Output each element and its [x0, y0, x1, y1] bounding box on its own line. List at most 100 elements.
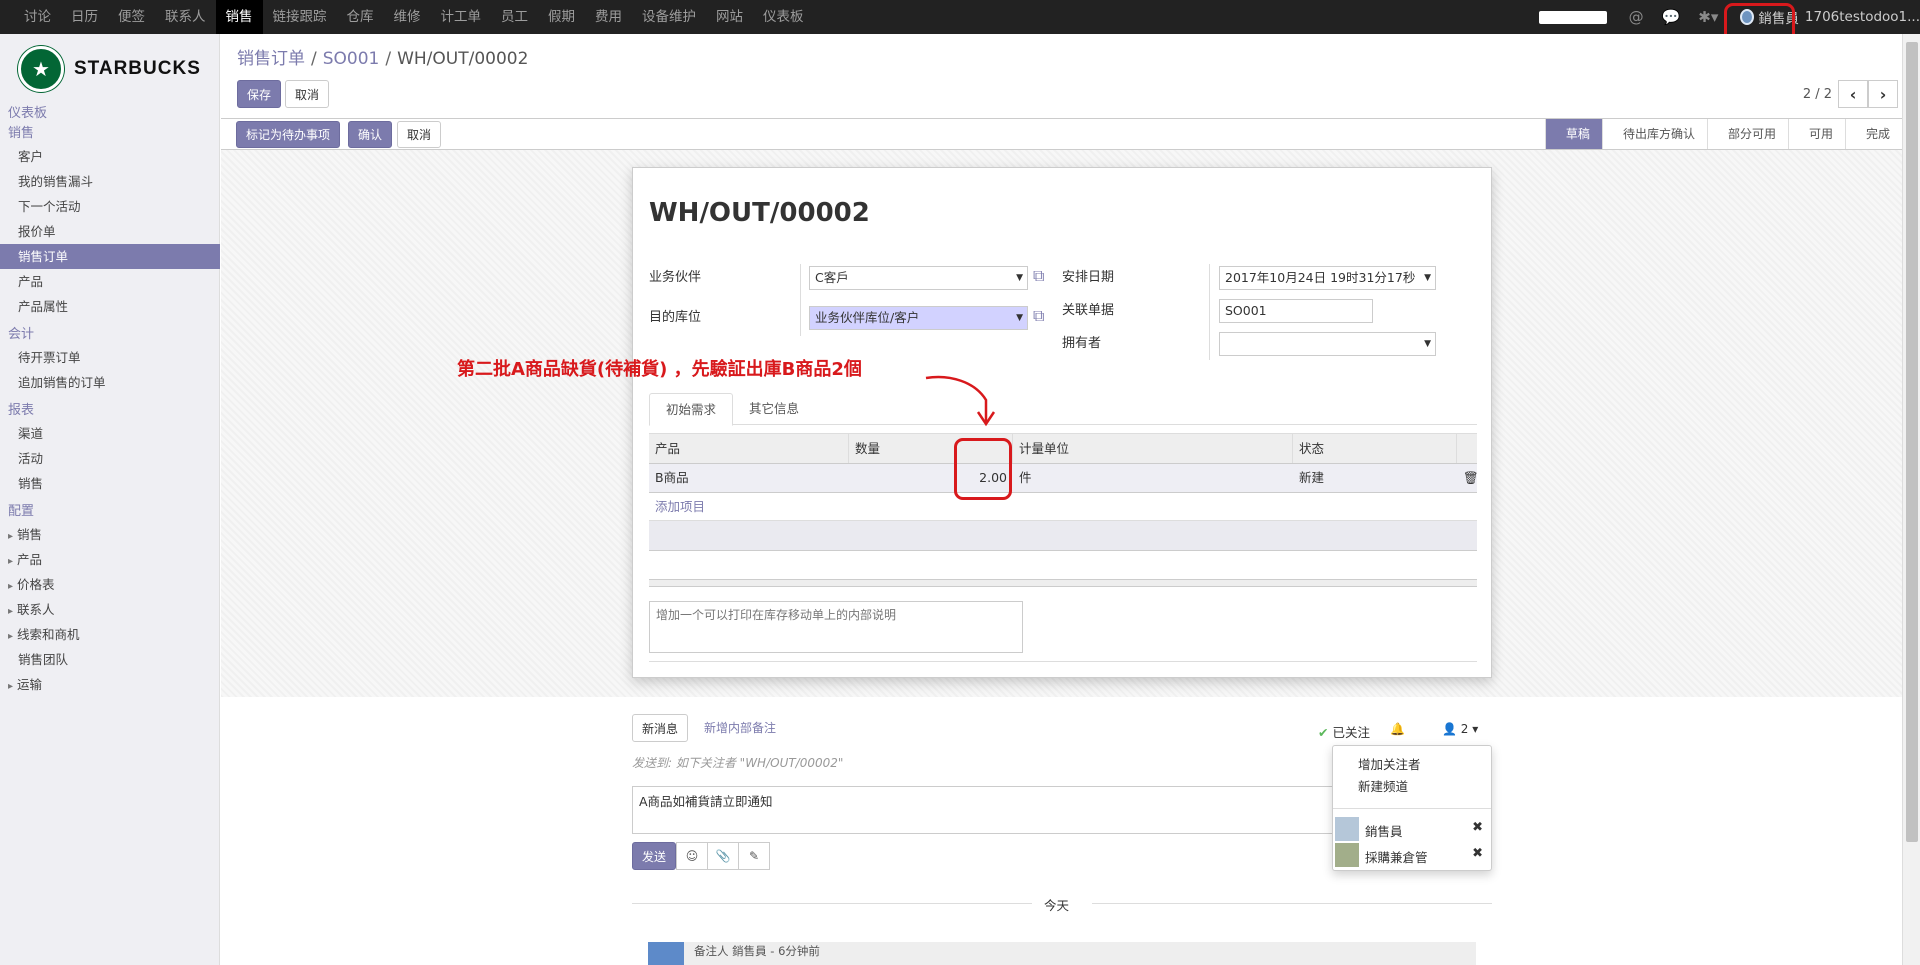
sidebar-item[interactable]: 渠道 — [0, 421, 220, 446]
sidebar-item[interactable]: 产品 — [0, 547, 220, 572]
sidebar-item[interactable]: 报价单 — [0, 219, 220, 244]
date-separator: 今天 — [632, 894, 1492, 914]
send-button[interactable]: 发送 — [632, 842, 677, 870]
col-uom[interactable]: 计量单位 — [1013, 434, 1293, 463]
page-scrollbar[interactable] — [1902, 34, 1920, 965]
top-menu-item[interactable]: 仪表板 — [753, 0, 814, 34]
sidebar-item[interactable]: 线索和商机 — [0, 622, 220, 647]
top-menu-item[interactable]: 设备维护 — [632, 0, 706, 34]
sidebar-item[interactable]: 产品 — [0, 269, 220, 294]
scheduled-date-field[interactable]: 2017年10月24日 19时31分17秒 ▼ — [1219, 266, 1436, 290]
row-uom: 件 — [1019, 470, 1032, 485]
top-menu-item[interactable]: 便签 — [108, 0, 155, 34]
new-channel-item[interactable]: 新建频道 — [1358, 776, 1408, 795]
status-step[interactable]: 草稿 — [1544, 119, 1602, 149]
followers-count: 2 — [1460, 722, 1469, 736]
sidebar-item-dashboard[interactable]: 仪表板 — [0, 104, 220, 124]
top-menu-item[interactable]: 日历 — [61, 0, 108, 34]
top-menu-item[interactable]: 费用 — [585, 0, 632, 34]
note-textarea[interactable]: 增加一个可以打印在库存移动单上的内部说明 — [649, 601, 1023, 653]
status-step[interactable]: 待出库方确认 — [1601, 119, 1707, 149]
table-row[interactable]: B商品 2.00 件 新建 🗑 — [649, 463, 1479, 493]
remove-follower-icon[interactable]: ✖ — [1472, 820, 1483, 835]
status-step[interactable]: 部分可用 — [1706, 119, 1788, 149]
sidebar-item[interactable]: 待开票订单 — [0, 345, 220, 370]
remove-follower-icon[interactable]: ✖ — [1472, 846, 1483, 861]
annotation-arrow-icon — [925, 375, 996, 427]
sidebar-item[interactable]: 产品属性 — [0, 294, 220, 319]
breadcrumb-sales-orders[interactable]: 销售订单 — [237, 49, 305, 69]
avatar — [1335, 843, 1359, 867]
log-note-button[interactable]: 新增内部备注 — [704, 714, 776, 742]
mark-todo-button[interactable]: 标记为待办事项 — [236, 121, 341, 148]
status-step[interactable]: 完成 — [1844, 119, 1902, 149]
sidebar-item[interactable]: 销售团队 — [0, 647, 220, 672]
external-link-icon[interactable]: ⧉ — [1033, 306, 1044, 326]
sidebar-item[interactable]: 销售订单 — [0, 244, 220, 269]
table-scroll — [649, 579, 1477, 587]
pager-prev-icon[interactable]: ‹ — [1838, 80, 1868, 108]
debug-icon[interactable]: ✱▾ — [1698, 8, 1718, 26]
pager-next-icon[interactable]: › — [1868, 80, 1898, 108]
follow-button[interactable]: ✔ 已关注 — [1318, 722, 1370, 741]
discard-button[interactable]: 取消 — [285, 80, 330, 108]
chevron-down-icon: ▼ — [1016, 273, 1023, 283]
top-menu-item[interactable]: 员工 — [491, 0, 538, 34]
top-menu-item[interactable]: 计工单 — [431, 0, 492, 34]
divider — [1209, 264, 1210, 360]
col-state[interactable]: 状态 — [1293, 434, 1457, 463]
follower-item[interactable]: 採購兼倉管 ✖ — [1333, 842, 1491, 868]
add-line-link[interactable]: 添加项目 — [649, 493, 1477, 521]
dest-location-select[interactable]: 业务伙伴库位/客户 ▼ — [809, 306, 1028, 330]
top-menu-item[interactable]: 维修 — [384, 0, 431, 34]
save-button[interactable]: 保存 — [237, 80, 282, 108]
confirm-button[interactable]: 确认 — [348, 121, 393, 148]
sidebar-item[interactable]: 销售 — [0, 471, 220, 496]
expand-composer-icon[interactable]: ✎ — [738, 842, 770, 870]
attachment-icon[interactable]: 📎 — [707, 842, 739, 870]
top-menu-item[interactable]: 销售 — [215, 0, 263, 34]
sidebar-item[interactable]: 活动 — [0, 446, 220, 471]
partner-select[interactable]: C客戶 ▼ — [809, 266, 1028, 290]
trash-icon[interactable]: 🗑 — [1457, 464, 1479, 492]
followers-button[interactable]: 👤 2 ▾ — [1442, 722, 1478, 736]
sidebar-item[interactable]: 客户 — [0, 144, 220, 169]
avatar — [648, 942, 684, 965]
sidebar-item[interactable]: 销售 — [0, 522, 220, 547]
company-logo[interactable]: ★ STARBUCKS — [18, 46, 201, 92]
top-menu-item[interactable]: 网站 — [706, 0, 753, 34]
top-menu-item[interactable]: 链接跟踪 — [263, 0, 337, 34]
scrollbar-thumb[interactable] — [1906, 42, 1918, 842]
col-product[interactable]: 产品 — [649, 434, 849, 463]
divider — [1333, 808, 1491, 809]
bell-icon[interactable]: 🔔 — [1390, 722, 1405, 736]
top-menu-item[interactable]: 仓库 — [337, 0, 384, 34]
tab-other-info[interactable]: 其它信息 — [733, 393, 815, 426]
external-link-icon[interactable]: ⧉ — [1033, 266, 1044, 286]
top-menu-item[interactable]: 假期 — [538, 0, 585, 34]
search-box[interactable] — [1538, 10, 1607, 24]
chevron-down-icon: ▼ — [1016, 313, 1023, 323]
message-header: 备注人 銷售員 - 6分钟前 — [694, 944, 820, 958]
tab-initial-demand[interactable]: 初始需求 — [649, 393, 734, 426]
cancel-button[interactable]: 取消 — [397, 121, 442, 148]
new-message-button[interactable]: 新消息 — [632, 714, 689, 742]
breadcrumb-so001[interactable]: SO001 — [323, 49, 380, 69]
sidebar-item[interactable]: 我的销售漏斗 — [0, 169, 220, 194]
mention-icon[interactable]: @ — [1629, 8, 1644, 26]
owner-select[interactable]: ▼ — [1219, 332, 1436, 356]
follower-item[interactable]: 銷售員 ✖ — [1333, 816, 1491, 842]
sidebar-item[interactable]: 价格表 — [0, 572, 220, 597]
emoji-icon[interactable]: ☺ — [676, 842, 708, 870]
origin-value: SO001 — [1225, 303, 1267, 318]
add-followers-item[interactable]: 增加关注者 — [1358, 754, 1421, 773]
status-step[interactable]: 可用 — [1787, 119, 1845, 149]
origin-field[interactable]: SO001 — [1219, 299, 1373, 323]
sidebar-item[interactable]: 下一个活动 — [0, 194, 220, 219]
sidebar-item[interactable]: 运输 — [0, 672, 220, 697]
sidebar-item[interactable]: 追加销售的订单 — [0, 370, 220, 395]
chat-icon[interactable]: 💬 — [1662, 8, 1681, 26]
top-menu-item[interactable]: 联系人 — [155, 0, 216, 34]
sidebar-item[interactable]: 联系人 — [0, 597, 220, 622]
top-menu-item[interactable]: 讨论 — [14, 0, 61, 34]
